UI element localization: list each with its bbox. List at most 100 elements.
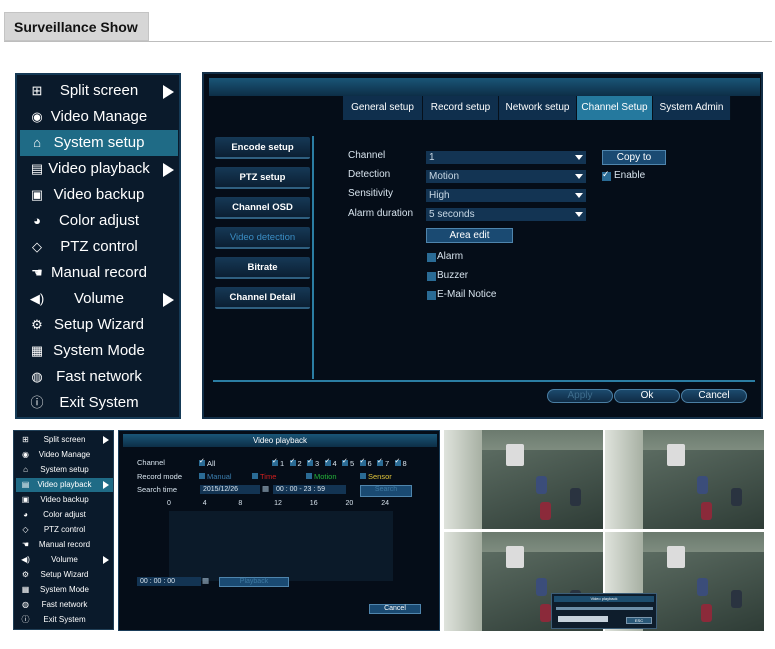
- pb-channel-checkbox[interactable]: [342, 457, 348, 466]
- mini-menu-item-label: System setup: [40, 465, 89, 474]
- clock-icon[interactable]: ▦: [202, 576, 209, 585]
- tab-record-setup[interactable]: Record setup: [423, 96, 499, 120]
- pb-channel-checkbox[interactable]: [377, 457, 383, 466]
- pb-channel-checkbox[interactable]: [394, 457, 401, 466]
- pb-cancel-button[interactable]: Cancel: [369, 604, 421, 614]
- pb-channel-checkbox[interactable]: [359, 457, 366, 466]
- tab-network-setup[interactable]: Network setup: [499, 96, 577, 120]
- cancel-button[interactable]: Cancel: [681, 389, 747, 403]
- side-button-bitrate[interactable]: Bitrate: [215, 257, 310, 279]
- mini-menu-item-manual-record[interactable]: ☚ Manual record: [16, 538, 113, 552]
- mini-menu-item-fast-network[interactable]: ◍ Fast network: [16, 598, 113, 612]
- ok-button[interactable]: Ok: [614, 389, 680, 403]
- side-button-channel-detail[interactable]: Channel Detail: [215, 287, 310, 309]
- enable-checkbox[interactable]: [602, 169, 611, 181]
- menu-item-split-screen[interactable]: ⊞ Split screen: [20, 78, 178, 104]
- chevron-right-icon: [103, 436, 109, 444]
- chevron-right-icon: [163, 163, 174, 177]
- menu-item-setup-wizard[interactable]: ⚙ Setup Wizard: [20, 312, 178, 338]
- chevron-right-icon: [163, 85, 174, 99]
- pb-channel-checkbox[interactable]: [272, 457, 278, 466]
- mini-menu-item-label: System Mode: [40, 585, 89, 594]
- mini-menu-item-color-adjust[interactable]: ◕ Color adjust: [16, 508, 113, 522]
- pb-channel-checkbox[interactable]: [324, 457, 331, 466]
- pb-channel-checkbox[interactable]: [289, 457, 296, 466]
- detection-dropdown[interactable]: Motion: [426, 170, 586, 183]
- pb-channel-number: 2: [297, 459, 302, 468]
- mini-controls[interactable]: [558, 616, 608, 622]
- menu-item-label: Exit System: [59, 394, 139, 411]
- menu-item-system-setup[interactable]: ⌂ System setup: [20, 130, 178, 156]
- tab-channel-setup[interactable]: Channel Setup: [577, 96, 653, 120]
- record-mode-swatch[interactable]: [306, 473, 312, 479]
- section-header: Surveillance Show: [4, 12, 149, 41]
- record-mode-sensor: Sensor: [368, 472, 392, 481]
- timeline-grid[interactable]: [169, 511, 393, 581]
- mini-progress-bar[interactable]: [556, 607, 653, 610]
- side-button-channel-osd[interactable]: Channel OSD: [215, 197, 310, 219]
- area-edit-button[interactable]: Area edit: [426, 228, 513, 243]
- header-divider: [4, 41, 772, 42]
- menu-item-video-playback[interactable]: ▤ Video playback: [20, 156, 178, 182]
- record-mode-swatch[interactable]: [199, 473, 205, 479]
- menu-item-color-adjust[interactable]: ◕ Color adjust: [20, 208, 178, 234]
- mini-menu-item-label: PTZ control: [43, 525, 86, 534]
- menu-item-volume[interactable]: ◀) Volume: [20, 286, 178, 312]
- mini-menu-item-video-playback[interactable]: ▤ Video playback: [16, 478, 113, 492]
- tab-general-setup[interactable]: General setup: [343, 96, 423, 120]
- menu-item-exit-system[interactable]: ⓘ Exit System: [20, 390, 178, 416]
- menu-item-label: Video Manage: [50, 108, 148, 125]
- mini-menu-item-volume[interactable]: ◀) Volume: [16, 553, 113, 567]
- record-mode-swatch[interactable]: [360, 473, 366, 479]
- mini-menu-item-split-screen[interactable]: ⊞ Split screen: [16, 433, 113, 447]
- mini-menu-item-label: Volume: [51, 555, 78, 564]
- camera-view-1: [444, 430, 603, 529]
- timeline-hour-label: 8: [238, 500, 243, 507]
- menu-item-fast-network[interactable]: ◍ Fast network: [20, 364, 178, 390]
- mini-menu-item-exit-system[interactable]: ⓘ Exit System: [16, 613, 113, 627]
- alarm-checkbox[interactable]: [427, 253, 436, 262]
- email-notice-label: E-Mail Notice: [437, 289, 497, 300]
- pb-channel-checkbox[interactable]: [307, 457, 313, 466]
- menu-item-ptz-control[interactable]: ◇ PTZ control: [20, 234, 178, 260]
- pb-channel-number: 1: [280, 459, 285, 468]
- search-time-input[interactable]: 00 : 00 - 23 : 59: [273, 485, 346, 494]
- search-date-input[interactable]: 2015/12/26: [200, 485, 260, 494]
- mini-menu-item-system-setup[interactable]: ⌂ System setup: [16, 463, 113, 477]
- record-mode-time: Time: [260, 472, 277, 481]
- enable-label: Enable: [614, 170, 646, 181]
- mini-menu-item-video-backup[interactable]: ▣ Video backup: [16, 493, 113, 507]
- mini-menu-item-label: Split screen: [43, 435, 86, 444]
- menu-item-manual-record[interactable]: ☚ Manual record: [20, 260, 178, 286]
- alarm-duration-dropdown[interactable]: 5 seconds: [426, 208, 586, 221]
- side-button-video-detection[interactable]: Video detection: [215, 227, 310, 249]
- record-mode-swatch[interactable]: [252, 473, 258, 479]
- channel-dropdown[interactable]: 1: [426, 151, 586, 164]
- menu-item-video-manage[interactable]: ◉ Video Manage: [20, 104, 178, 130]
- side-button-ptz-setup[interactable]: PTZ setup: [215, 167, 310, 189]
- pb-all-checkbox[interactable]: [199, 457, 205, 466]
- sensitivity-dropdown[interactable]: High: [426, 189, 586, 202]
- calendar-icon[interactable]: ▦: [262, 484, 269, 493]
- mini-menu-item-ptz-control[interactable]: ◇ PTZ control: [16, 523, 113, 537]
- side-button-encode-setup[interactable]: Encode setup: [215, 137, 310, 159]
- menu-item-label: Color adjust: [58, 212, 140, 229]
- playback-button[interactable]: Playback: [219, 577, 289, 587]
- search-button[interactable]: Search: [360, 485, 412, 497]
- pb-channel-label: Channel: [137, 458, 165, 467]
- copy-to-button[interactable]: Copy to: [602, 150, 666, 165]
- tab-system-admin[interactable]: System Admin: [653, 96, 731, 120]
- apply-button[interactable]: Apply: [547, 389, 613, 403]
- buzzer-checkbox[interactable]: [427, 272, 436, 281]
- start-time-input[interactable]: 00 : 00 : 00: [137, 577, 201, 586]
- mini-menu-item-system-mode[interactable]: ▦ System Mode: [16, 583, 113, 597]
- menu-item-video-backup[interactable]: ▣ Video backup: [20, 182, 178, 208]
- record-mode-motion: Motion: [314, 472, 337, 481]
- menu-item-system-mode[interactable]: ▦ System Mode: [20, 338, 178, 364]
- main-menu: ⊞ Split screen ◉ Video Manage ⌂ System setup ▤…: [15, 73, 181, 419]
- mini-menu-item-video-manage[interactable]: ◉ Video Manage: [16, 448, 113, 462]
- mini-esc-button[interactable]: ESC: [626, 617, 652, 624]
- mini-menu-item-setup-wizard[interactable]: ⚙ Setup Wizard: [16, 568, 113, 582]
- mini-menu-item-label: Color adjust: [43, 510, 86, 519]
- email-notice-checkbox[interactable]: [427, 291, 436, 300]
